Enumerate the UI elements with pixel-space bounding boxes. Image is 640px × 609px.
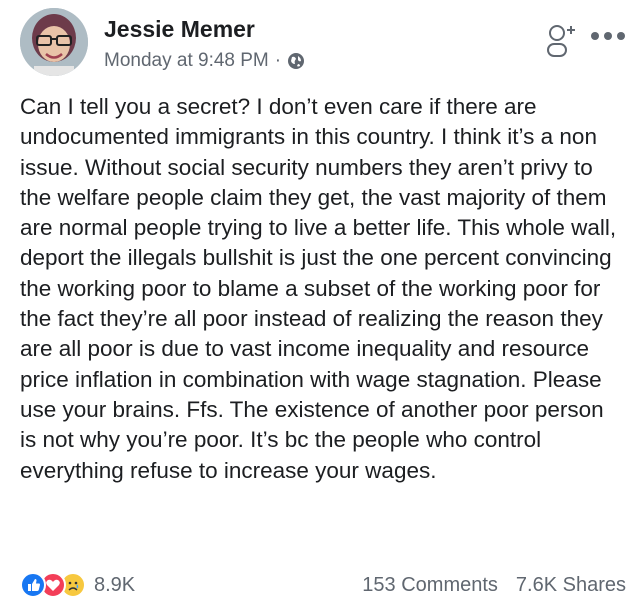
facebook-post: Jessie Memer Monday at 9:48 PM · Can I t…: [0, 0, 640, 609]
reaction-count: 8.9K: [94, 573, 136, 596]
comments-count[interactable]: 153 Comments: [362, 574, 498, 597]
follow-icon[interactable]: [546, 22, 576, 60]
avatar[interactable]: [20, 8, 88, 76]
more-options-icon[interactable]: [590, 28, 626, 40]
shares-count[interactable]: 7.6K Shares: [516, 574, 626, 597]
post-footer: 8.9K 153 Comments 7.6K Shares: [20, 568, 626, 602]
reactions-summary[interactable]: 8.9K: [20, 572, 135, 598]
like-icon: [20, 572, 46, 598]
globe-icon: [287, 52, 305, 70]
meta-separator: ·: [274, 50, 282, 71]
author-name[interactable]: Jessie Memer: [104, 16, 255, 43]
post-text: Can I tell you a secret? I don’t even ca…: [20, 94, 617, 483]
timestamp[interactable]: Monday at 9:48 PM: [104, 50, 269, 72]
post-header: Jessie Memer Monday at 9:48 PM ·: [20, 6, 626, 86]
post-meta: Monday at 9:48 PM ·: [104, 50, 305, 72]
